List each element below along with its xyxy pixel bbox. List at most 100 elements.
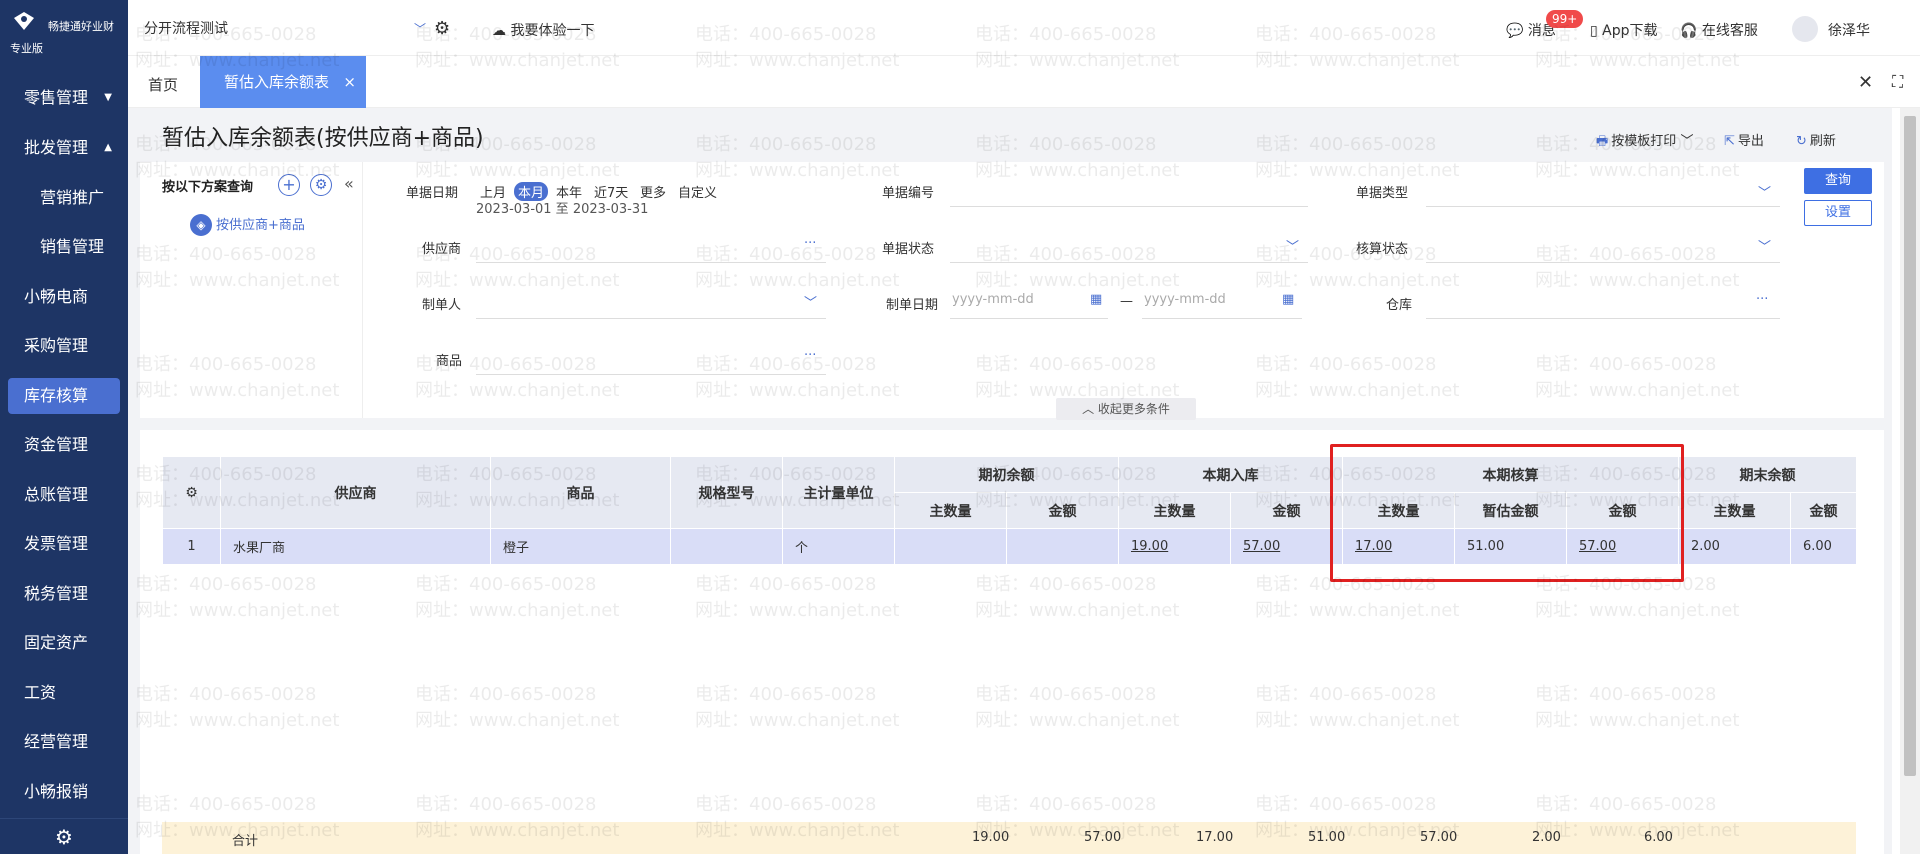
chevron-down-icon[interactable]: ﹀ bbox=[804, 292, 817, 311]
headset-icon: 🎧 bbox=[1680, 23, 1702, 39]
calendar-icon[interactable]: ▦ bbox=[1090, 292, 1102, 307]
column-header-unit[interactable]: 主计量单位 bbox=[782, 456, 895, 529]
cell-inbound-qty[interactable]: 19.00 bbox=[1118, 528, 1231, 565]
chevron-up-icon: ︿ bbox=[1082, 402, 1098, 416]
user-name[interactable]: 徐泽华 bbox=[1828, 20, 1870, 40]
collapse-conditions-button[interactable]: ︿ 收起更多条件 bbox=[1056, 398, 1196, 420]
supplier-input[interactable] bbox=[476, 262, 826, 263]
warehouse-input[interactable] bbox=[1426, 318, 1780, 319]
column-header-inbound-amount[interactable]: 金额 bbox=[1230, 492, 1343, 529]
cell-inbound-amount[interactable]: 57.00 bbox=[1230, 528, 1343, 565]
sidebar-item-payroll[interactable]: 工资 bbox=[0, 673, 128, 713]
column-header-spec[interactable]: 规格型号 bbox=[670, 456, 783, 529]
app-label: App下载 bbox=[1602, 23, 1658, 39]
goods-label: 商品 bbox=[436, 354, 463, 369]
column-header-closing-qty[interactable]: 主数量 bbox=[1678, 492, 1791, 529]
chevron-down-icon[interactable]: ﹀ bbox=[1758, 182, 1771, 201]
date-option-custom[interactable]: 自定义 bbox=[678, 182, 717, 201]
more-icon[interactable]: ··· bbox=[1756, 292, 1768, 307]
more-icon[interactable]: ··· bbox=[804, 236, 816, 251]
avatar[interactable] bbox=[1792, 16, 1818, 42]
sidebar-item-ecommerce[interactable]: 小畅电商 bbox=[0, 277, 128, 317]
column-header-supplier[interactable]: 供应商 bbox=[220, 456, 491, 529]
sidebar-item-tax[interactable]: 税务管理 bbox=[0, 574, 128, 614]
sidebar-item-funds[interactable]: 资金管理 bbox=[0, 425, 128, 465]
close-icon[interactable]: × bbox=[343, 56, 356, 108]
divider bbox=[362, 162, 363, 418]
double-chevron-left-icon[interactable]: « bbox=[344, 174, 354, 193]
fullscreen-icon[interactable]: ⛶ bbox=[1892, 72, 1903, 92]
doc-date-label: 单据日期 bbox=[406, 186, 459, 201]
gear-icon[interactable]: ⚙ bbox=[0, 818, 128, 854]
brand-name: 畅捷通好业财 bbox=[48, 20, 114, 33]
sidebar-item-assets[interactable]: 固定资产 bbox=[0, 623, 128, 663]
column-header-closing-amount[interactable]: 金额 bbox=[1790, 492, 1857, 529]
calendar-icon[interactable]: ▦ bbox=[1282, 292, 1294, 307]
column-header-goods[interactable]: 商品 bbox=[490, 456, 671, 529]
scrollbar-thumb[interactable] bbox=[1904, 116, 1916, 776]
sidebar-item-invoice[interactable]: 发票管理 bbox=[0, 524, 128, 564]
vertical-scrollbar[interactable] bbox=[1900, 108, 1920, 854]
sidebar-item-label: 小畅电商 bbox=[24, 287, 89, 306]
make-date-start[interactable]: yyyy-mm-dd bbox=[952, 292, 1034, 307]
cell-goods: 橙子 bbox=[490, 528, 671, 565]
plus-icon[interactable]: + bbox=[278, 174, 300, 196]
refresh-button[interactable]: ↻ 刷新 bbox=[1796, 130, 1836, 149]
total-closing-qty: 2.00 bbox=[1532, 830, 1561, 845]
print-label: 按模板打印 bbox=[1611, 134, 1677, 149]
flow-select[interactable]: 分开流程测试 ﹀ bbox=[144, 18, 426, 40]
sidebar-item-label: 销售管理 bbox=[40, 237, 105, 256]
query-button[interactable]: 查询 bbox=[1804, 168, 1872, 194]
phone-icon: ▯ bbox=[1590, 23, 1603, 39]
close-all-icon[interactable]: ✕ bbox=[1858, 72, 1873, 93]
settings-button[interactable]: 设置 bbox=[1804, 200, 1872, 226]
calc-status-label: 核算状态 bbox=[1356, 242, 1409, 257]
sidebar-item-wholesale[interactable]: 批发管理 ▲ bbox=[0, 128, 128, 168]
doc-status-select[interactable] bbox=[950, 262, 1308, 263]
online-service-button[interactable]: 🎧 在线客服 bbox=[1680, 20, 1758, 40]
scheme-item[interactable]: ◈ 按供应商+商品 bbox=[190, 214, 305, 236]
printer-icon: 🖶 bbox=[1596, 134, 1609, 149]
goods-input[interactable] bbox=[476, 374, 826, 375]
tab-home[interactable]: 首页 bbox=[148, 74, 178, 95]
cell-unit: 个 bbox=[782, 528, 895, 565]
sidebar-item-label: 固定资产 bbox=[24, 633, 89, 652]
sidebar-item-label: 批发管理 bbox=[24, 138, 89, 157]
sidebar-item-ledger[interactable]: 总账管理 bbox=[0, 475, 128, 515]
app-download-button[interactable]: ▯ App下载 bbox=[1590, 20, 1658, 40]
sidebar-item-retail[interactable]: 零售管理 ▼ bbox=[0, 78, 128, 118]
calc-status-select[interactable] bbox=[1426, 262, 1780, 263]
try-experience-button[interactable]: ☁ 我要体验一下 bbox=[492, 20, 594, 40]
doc-no-label: 单据编号 bbox=[882, 186, 935, 201]
print-template-button[interactable]: 🖶 按模板打印 ﹀ bbox=[1596, 130, 1693, 154]
sidebar-item-label: 发票管理 bbox=[24, 534, 89, 553]
maker-select[interactable] bbox=[476, 318, 826, 319]
export-button[interactable]: ⇱ 导出 bbox=[1724, 130, 1764, 149]
column-header-opening-qty[interactable]: 主数量 bbox=[894, 492, 1007, 529]
tab-estimated-balance[interactable]: 暂估入库余额表 × bbox=[200, 56, 366, 108]
total-inbound-qty: 19.00 bbox=[972, 830, 1010, 845]
gear-icon[interactable]: ⚙ bbox=[434, 18, 450, 39]
chevron-down-icon[interactable]: ﹀ bbox=[1758, 236, 1771, 255]
sidebar-item-sales[interactable]: 销售管理 bbox=[0, 227, 128, 267]
column-settings-icon[interactable]: ⚙ bbox=[162, 456, 221, 529]
tab-label: 暂估入库余额表 bbox=[224, 73, 330, 91]
cell-opening-amount bbox=[1006, 528, 1119, 565]
sidebar-item-inventory[interactable]: 库存核算 bbox=[8, 378, 120, 414]
sidebar-item-expense[interactable]: 小畅报销 bbox=[0, 772, 128, 812]
chat-icon: 💬 bbox=[1506, 23, 1528, 39]
doc-type-select[interactable] bbox=[1426, 206, 1780, 207]
sidebar-item-operations[interactable]: 经营管理 bbox=[0, 722, 128, 762]
sidebar-item-purchase[interactable]: 采购管理 bbox=[0, 326, 128, 366]
sidebar-item-marketing[interactable]: 营销推广 bbox=[0, 178, 128, 218]
tab-bar: 首页 暂估入库余额表 × ✕ ⛶ bbox=[128, 56, 1920, 108]
column-header-opening-amount[interactable]: 金额 bbox=[1006, 492, 1119, 529]
chevron-down-icon[interactable]: ﹀ bbox=[1286, 236, 1299, 255]
column-header-inbound-qty[interactable]: 主数量 bbox=[1118, 492, 1231, 529]
gear-icon[interactable]: ⚙ bbox=[310, 174, 332, 196]
sidebar-item-label: 采购管理 bbox=[24, 336, 89, 355]
make-date-end[interactable]: yyyy-mm-dd bbox=[1144, 292, 1226, 307]
more-icon[interactable]: ··· bbox=[804, 348, 816, 363]
column-group-closing: 期末余额 bbox=[1678, 456, 1857, 493]
doc-no-input[interactable] bbox=[950, 206, 1308, 207]
